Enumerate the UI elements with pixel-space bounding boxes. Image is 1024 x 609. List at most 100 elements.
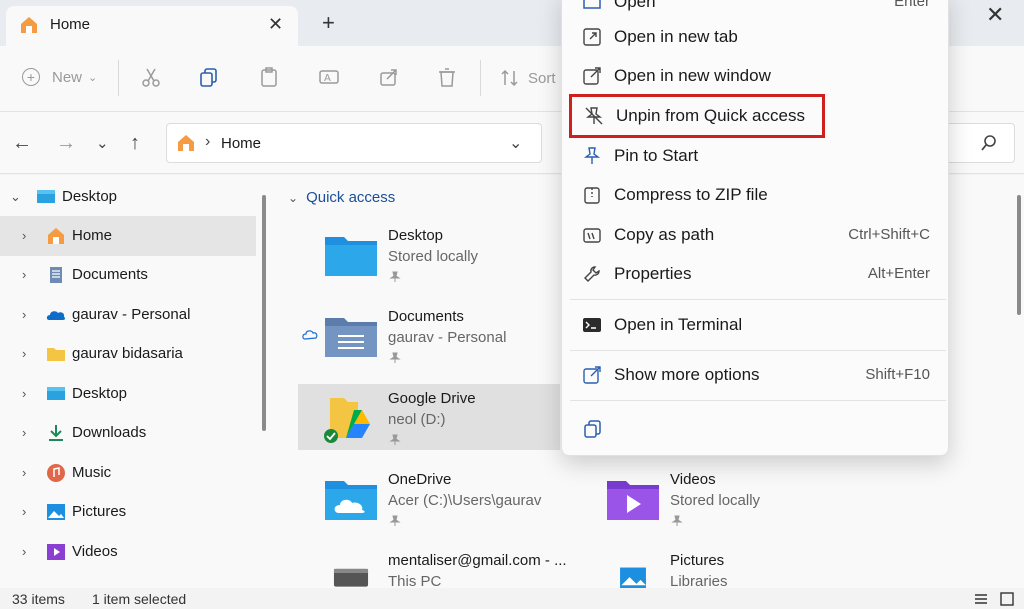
menu-item-pin-to-start[interactable]: Pin to Start <box>570 137 942 175</box>
menu-item-compress-zip[interactable]: Compress to ZIP file <box>570 176 942 214</box>
sidebar-item-gaurav-bidasaria[interactable]: › gaurav bidasaria <box>0 334 256 374</box>
tile-desktop[interactable]: Desktop Stored locally <box>298 221 560 287</box>
sidebar-item-label: Desktop <box>72 385 128 402</box>
tile-mentaliser-drive[interactable]: mentaliser@gmail.com - ... This PC <box>298 546 567 590</box>
up-arrow-icon[interactable]: ↑ <box>130 132 140 155</box>
cut-icon[interactable] <box>140 66 162 88</box>
address-bar[interactable]: › Home ⌄ <box>166 123 542 163</box>
tile-subtitle: gaurav - Personal <box>388 329 507 346</box>
expand-chevron-icon[interactable]: › <box>22 267 26 282</box>
tile-name: Google Drive <box>388 390 476 407</box>
pin-icon <box>389 515 401 526</box>
pictures-folder-icon <box>620 567 646 588</box>
sidebar-item-downloads[interactable]: › Downloads <box>0 413 256 453</box>
sidebar-item-documents[interactable]: › Documents <box>0 255 256 295</box>
show-more-icon <box>583 366 601 384</box>
delete-icon[interactable] <box>436 66 458 88</box>
pin-icon <box>671 515 683 526</box>
tile-videos[interactable]: Videos Stored locally <box>580 465 842 531</box>
recent-locations-chevron-icon[interactable]: ⌄ <box>96 134 109 152</box>
sort-button[interactable]: Sort <box>500 68 556 88</box>
address-dropdown-chevron-icon[interactable]: ⌄ <box>509 133 522 153</box>
status-bar: 33 items 1 item selected <box>0 588 1024 609</box>
sidebar-item-desktop-root[interactable]: ⌄ Desktop <box>0 177 256 217</box>
selection-count: 1 item selected <box>92 591 187 607</box>
expand-chevron-icon[interactable]: › <box>22 544 26 559</box>
tile-onedrive[interactable]: OneDrive Acer (C:)\Users\gaurav <box>298 465 560 531</box>
folder-icon <box>47 348 65 361</box>
context-menu: Open Enter Open in new tab Open in new w… <box>561 0 949 456</box>
sidebar-item-onedrive-personal[interactable]: › gaurav - Personal <box>0 295 256 335</box>
rename-icon[interactable]: A <box>318 66 340 88</box>
wrench-icon <box>584 266 600 282</box>
content-scrollbar[interactable] <box>1017 195 1021 315</box>
zip-icon <box>584 187 600 204</box>
desktop-icon <box>47 387 65 400</box>
copy-icon[interactable] <box>198 66 220 88</box>
back-arrow-icon[interactable]: ← <box>12 132 32 155</box>
pin-icon <box>583 147 601 164</box>
menu-item-label: Properties <box>614 264 692 283</box>
toolbar-divider <box>118 60 119 96</box>
sidebar-item-label: Home <box>72 227 113 244</box>
tab-home[interactable]: Home ✕ <box>6 6 298 46</box>
downloads-icon <box>49 425 63 441</box>
sidebar-item-label: Pictures <box>72 503 127 520</box>
chevron-down-icon: ⌄ <box>88 71 98 84</box>
menu-item-shortcut: Ctrl+Shift+C <box>848 226 930 243</box>
expand-chevron-icon[interactable]: › <box>22 346 26 361</box>
tile-documents[interactable]: Documents gaurav - Personal <box>298 302 560 368</box>
sidebar-item-desktop[interactable]: › Desktop <box>0 374 256 414</box>
search-box[interactable] <box>945 123 1015 163</box>
sidebar-scrollbar[interactable] <box>262 195 266 431</box>
tile-pictures[interactable]: Pictures Libraries <box>580 546 842 590</box>
share-icon[interactable] <box>378 66 400 88</box>
menu-item-unpin-quick-access[interactable]: Unpin from Quick access <box>569 94 825 138</box>
forward-arrow-icon[interactable]: → <box>56 132 76 155</box>
expand-chevron-icon[interactable]: › <box>22 465 26 480</box>
menu-separator <box>570 350 946 351</box>
copy-quick-action-icon[interactable] <box>582 419 602 439</box>
tile-google-drive[interactable]: Google Drive neol (D:) <box>298 384 560 450</box>
menu-separator <box>570 400 946 401</box>
search-icon <box>981 135 996 151</box>
menu-item-show-more-options[interactable]: Show more options Shift+F10 <box>570 356 942 394</box>
breadcrumb-home[interactable]: Home <box>221 135 261 152</box>
tile-subtitle: Stored locally <box>670 492 761 509</box>
sort-icon <box>501 69 518 87</box>
home-icon <box>18 14 40 40</box>
collapse-chevron-icon[interactable]: ⌄ <box>10 189 21 205</box>
sidebar-item-label: Documents <box>72 266 148 283</box>
unpin-icon <box>585 107 603 125</box>
expand-chevron-icon[interactable]: › <box>22 425 26 440</box>
new-tab-icon <box>583 28 601 46</box>
menu-item-properties[interactable]: Properties Alt+Enter <box>570 255 942 293</box>
new-button[interactable]: + New ⌄ <box>22 68 97 86</box>
videos-icon <box>47 544 65 560</box>
tile-name: Pictures <box>670 552 725 569</box>
expand-chevron-icon[interactable]: › <box>22 504 26 519</box>
window-close-button[interactable]: ✕ <box>986 2 1004 28</box>
sidebar-item-music[interactable]: › Music <box>0 453 256 493</box>
expand-chevron-icon[interactable]: › <box>22 228 26 243</box>
sidebar-item-label: Desktop <box>62 188 118 205</box>
menu-item-copy-as-path[interactable]: Copy as path Ctrl+Shift+C <box>570 216 942 254</box>
menu-item-open-new-tab[interactable]: Open in new tab <box>570 18 942 56</box>
sidebar-item-pictures[interactable]: › Pictures <box>0 492 256 532</box>
expand-chevron-icon[interactable]: › <box>22 386 26 401</box>
menu-item-open-new-window[interactable]: Open in new window <box>570 57 942 95</box>
new-tab-button[interactable]: + <box>322 12 335 34</box>
details-view-icon[interactable] <box>974 592 988 606</box>
sidebar-item-home[interactable]: › Home <box>0 216 256 256</box>
tab-close-icon[interactable]: ✕ <box>268 14 283 35</box>
paste-icon[interactable] <box>258 66 280 88</box>
expand-chevron-icon[interactable]: › <box>22 307 26 322</box>
menu-item-open-terminal[interactable]: Open in Terminal <box>570 306 942 344</box>
navigation-pane: ⌄ Desktop › Home › Documents › gaurav - … <box>0 175 272 588</box>
drive-icon <box>333 568 369 587</box>
quick-access-header[interactable]: ⌄ Quick access <box>288 189 395 206</box>
videos-folder-icon <box>607 481 659 520</box>
sidebar-item-videos[interactable]: › Videos <box>0 532 256 572</box>
sidebar-item-label: gaurav bidasaria <box>72 345 183 362</box>
tiles-view-icon[interactable] <box>1000 592 1014 606</box>
